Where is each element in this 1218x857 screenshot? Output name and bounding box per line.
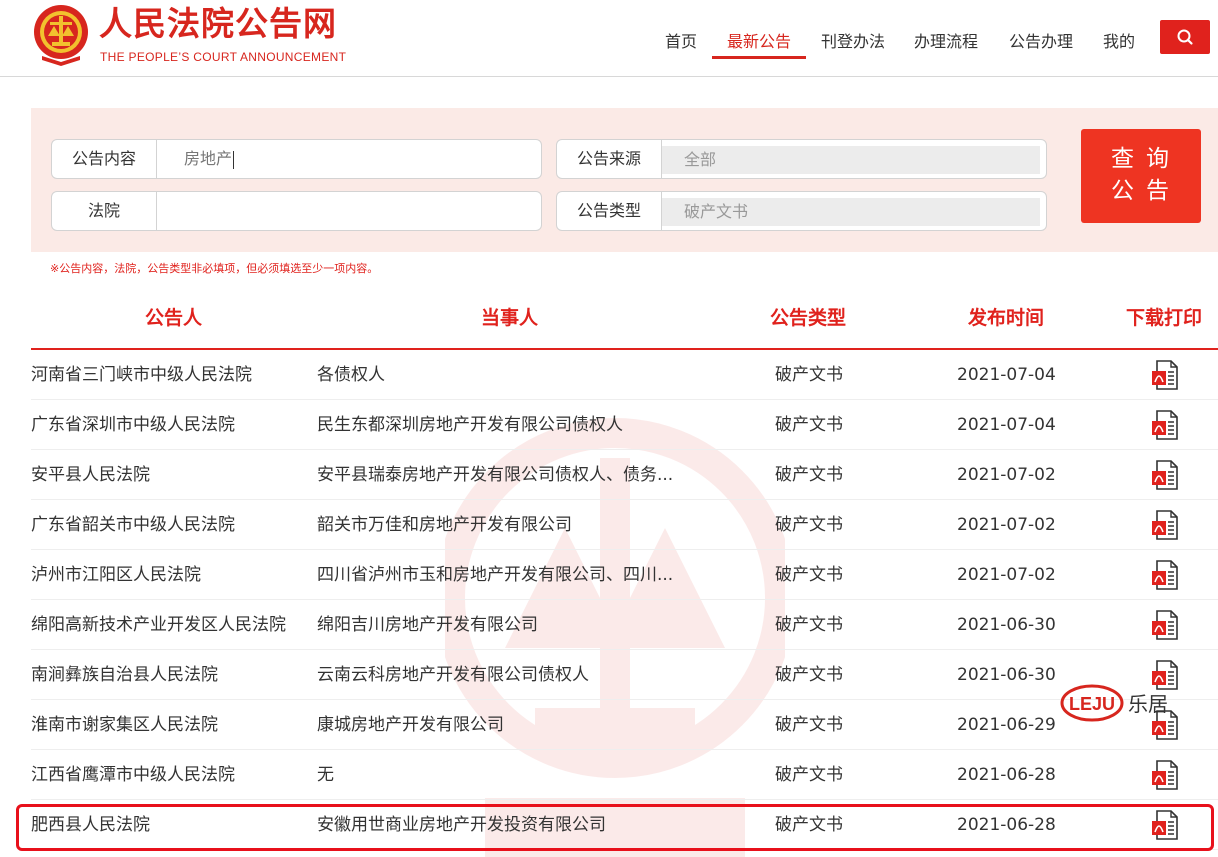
site-title[interactable]: 人民法院公告网 [99, 4, 337, 44]
svg-text:LEJU: LEJU [1069, 694, 1115, 714]
row-date: 2021-07-04 [957, 365, 1056, 385]
row-party[interactable]: 民生东都深圳房地产开发有限公司债权人 [317, 400, 707, 450]
search-button[interactable] [1160, 20, 1210, 54]
row-date: 2021-06-29 [957, 715, 1056, 735]
type-select[interactable]: 破产文书 [662, 198, 1040, 226]
site-subtitle: THE PEOPLE’S COURT ANNOUNCEMENT [100, 50, 347, 64]
leju-logo-text: 乐居 [1128, 692, 1168, 716]
court-field-label: 法院 [52, 192, 157, 230]
row-type: 破产文书 [775, 765, 843, 785]
row-type: 破产文书 [775, 665, 843, 685]
nav-process[interactable]: 办理流程 [914, 28, 978, 52]
row-announcer: 南涧彝族自治县人民法院 [31, 665, 218, 685]
table-row[interactable]: 广东省韶关市中级人民法院 韶关市万佳和房地产开发有限公司 破产文书 2021-07-0… [31, 500, 1218, 550]
col-header-party: 当事人 [481, 307, 539, 329]
nav-announcement-handling[interactable]: 公告办理 [1009, 28, 1073, 52]
pdf-download-icon[interactable] [1151, 460, 1181, 490]
row-party[interactable]: 云南云科房地产开发有限公司债权人 [317, 650, 707, 700]
row-announcer: 广东省深圳市中级人民法院 [31, 415, 235, 435]
table-row[interactable]: 绵阳高新技术产业开发区人民法院 绵阳吉川房地产开发有限公司 破产文书 2021-06-… [31, 600, 1218, 650]
row-announcer: 淮南市谢家集区人民法院 [31, 715, 218, 735]
row-party[interactable]: 四川省泸州市玉和房地产开发有限公司、四川... [317, 550, 707, 600]
row-announcer: 广东省韶关市中级人民法院 [31, 515, 235, 535]
query-button-line2: 公告 [1111, 178, 1181, 204]
row-announcer: 河南省三门峡市中级人民法院 [31, 365, 252, 385]
pdf-download-icon[interactable] [1151, 360, 1181, 390]
row-type: 破产文书 [775, 465, 843, 485]
row-party[interactable]: 绵阳吉川房地产开发有限公司 [317, 600, 707, 650]
row-type: 破产文书 [775, 715, 843, 735]
query-button-line1: 查询 [1111, 146, 1181, 172]
row-announcer: 泸州市江阳区人民法院 [31, 565, 201, 585]
source-select[interactable]: 全部 [662, 146, 1040, 174]
row-party[interactable]: 韶关市万佳和房地产开发有限公司 [317, 500, 707, 550]
type-field[interactable]: 公告类型 破产文书 [556, 191, 1047, 231]
pdf-download-icon[interactable] [1151, 510, 1181, 540]
row-date: 2021-07-02 [957, 465, 1056, 485]
row-date: 2021-07-02 [957, 565, 1056, 585]
nav-publish-method[interactable]: 刊登办法 [821, 28, 885, 52]
table-row[interactable]: 淮南市谢家集区人民法院 康城房地产开发有限公司 破产文书 2021-06-29 [31, 700, 1218, 750]
nav-home[interactable]: 首页 [665, 28, 697, 52]
content-input-value: 房地产 [184, 149, 233, 168]
row-type: 破产文书 [775, 565, 843, 585]
col-header-download: 下载打印 [1126, 307, 1203, 329]
text-caret [233, 150, 235, 169]
filter-note: ※公告内容，法院，公告类型非必填项，但必须填选至少一项内容。 [50, 262, 379, 275]
type-field-label: 公告类型 [557, 192, 662, 230]
row-date: 2021-06-30 [957, 665, 1056, 685]
table-row[interactable]: 江西省鹰潭市中级人民法院 无 破产文书 2021-06-28 [31, 750, 1218, 800]
table-row[interactable]: 河南省三门峡市中级人民法院 各债权人 破产文书 2021-07-04 [31, 350, 1218, 400]
pdf-download-icon[interactable] [1151, 610, 1181, 640]
site-header: 人民法院公告网 THE PEOPLE’S COURT ANNOUNCEMENT … [0, 0, 1218, 77]
source-field-label: 公告来源 [557, 140, 662, 178]
row-type: 破产文书 [775, 615, 843, 635]
search-icon [1177, 29, 1193, 45]
pdf-download-icon[interactable] [1151, 760, 1181, 790]
nav-active-indicator [712, 56, 806, 59]
row-date: 2021-06-30 [957, 615, 1056, 635]
col-header-type: 公告类型 [770, 307, 847, 329]
row-announcer: 江西省鹰潭市中级人民法院 [31, 765, 235, 785]
nav-latest-announcements[interactable]: 最新公告 [727, 28, 791, 52]
court-input[interactable] [156, 192, 541, 230]
pdf-download-icon[interactable] [1151, 660, 1181, 690]
source-field[interactable]: 公告来源 全部 [556, 139, 1047, 179]
row-type: 破产文书 [775, 365, 843, 385]
row-type: 破产文书 [775, 415, 843, 435]
row-announcer: 安平县人民法院 [31, 465, 150, 485]
row-party[interactable]: 无 [317, 750, 707, 800]
table-row[interactable]: 安平县人民法院 安平县瑞泰房地产开发有限公司债权人、债务... 破产文书 2021-0… [31, 450, 1218, 500]
row-date: 2021-06-28 [957, 765, 1056, 785]
col-header-announcer: 公告人 [145, 307, 203, 329]
nav-mine[interactable]: 我的 [1103, 28, 1135, 52]
highlight-box [16, 804, 1214, 851]
court-emblem-icon [34, 5, 88, 66]
content-field[interactable]: 公告内容 房地产 [51, 139, 542, 179]
content-input[interactable]: 房地产 [156, 140, 541, 178]
row-party[interactable]: 安平县瑞泰房地产开发有限公司债权人、债务... [317, 450, 707, 500]
court-field[interactable]: 法院 [51, 191, 542, 231]
row-type: 破产文书 [775, 515, 843, 535]
content-field-label: 公告内容 [52, 140, 157, 178]
pdf-download-icon[interactable] [1151, 410, 1181, 440]
row-date: 2021-07-04 [957, 415, 1056, 435]
table-row[interactable]: 泸州市江阳区人民法院 四川省泸州市玉和房地产开发有限公司、四川... 破产文书 202… [31, 550, 1218, 600]
pdf-download-icon[interactable] [1151, 560, 1181, 590]
row-party[interactable]: 各债权人 [317, 350, 707, 400]
row-announcer: 绵阳高新技术产业开发区人民法院 [31, 615, 286, 635]
col-header-date: 发布时间 [968, 307, 1045, 329]
query-announcement-button[interactable]: 查询 公告 [1081, 129, 1201, 223]
leju-logo: LEJU [1060, 684, 1124, 722]
row-date: 2021-07-02 [957, 515, 1056, 535]
table-row[interactable]: 广东省深圳市中级人民法院 民生东都深圳房地产开发有限公司债权人 破产文书 2021-0… [31, 400, 1218, 450]
row-party[interactable]: 康城房地产开发有限公司 [317, 700, 707, 750]
table-row[interactable]: 南涧彝族自治县人民法院 云南云科房地产开发有限公司债权人 破产文书 2021-06-3… [31, 650, 1218, 700]
